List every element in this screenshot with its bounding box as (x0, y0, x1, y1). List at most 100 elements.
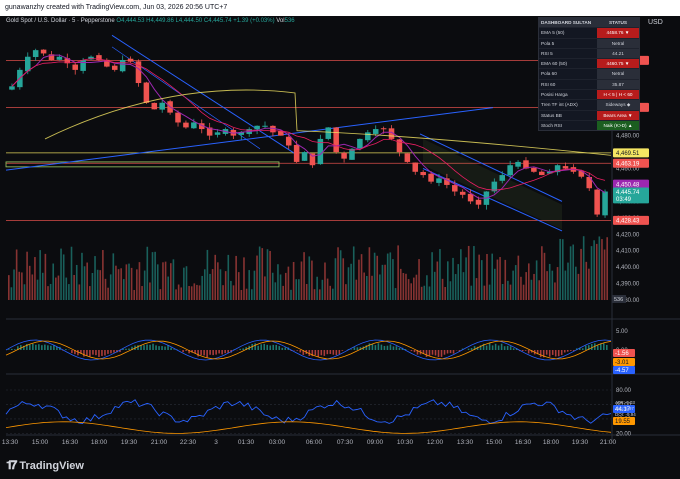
dashboard-row: RSI 5 44.21 (539, 48, 639, 60)
volume-bar (567, 262, 569, 300)
time-tick: 13:30 (457, 439, 474, 446)
volume-bar (243, 257, 245, 300)
volume-bar (295, 279, 298, 300)
macd-histogram-bar (584, 345, 587, 350)
macd-histogram-bar (446, 350, 449, 354)
volume-bar (75, 264, 78, 300)
macd-histogram-bar (86, 350, 88, 356)
volume-bar (415, 274, 418, 300)
dashboard-row-label: Status BB (541, 112, 562, 118)
volume-bar (271, 272, 274, 300)
macd-histogram-bar (284, 347, 287, 350)
volume-bar (217, 262, 219, 300)
volume-bar (407, 279, 410, 300)
macd-histogram-bar (143, 345, 145, 350)
candle-body (80, 60, 86, 71)
volume-bar (548, 263, 551, 300)
candle-body (293, 144, 300, 162)
volume-bar (156, 264, 159, 300)
volume-bar (470, 285, 473, 300)
macd-histogram-bar (335, 350, 338, 356)
volume-bar (62, 254, 65, 300)
volume-bar (441, 278, 444, 300)
volume-bar (491, 253, 494, 300)
volume-bar (230, 280, 232, 300)
macd-histogram-bar (548, 350, 551, 357)
candle-body (412, 162, 419, 172)
macd-histogram-bar (449, 350, 452, 354)
volume-bar (480, 260, 483, 300)
macd-tick: 5.00 (616, 329, 628, 335)
volume-bar (580, 248, 582, 300)
volume-bar (533, 273, 535, 300)
volume-bar (384, 264, 386, 300)
volume-bar (209, 273, 211, 300)
macd-histogram-bar (212, 350, 214, 356)
macd-histogram-bar (11, 348, 13, 350)
volume-bar (527, 263, 530, 300)
candle-body (475, 199, 482, 205)
volume-bar (269, 250, 271, 300)
candle-body (333, 127, 339, 153)
candle-body (32, 50, 39, 58)
volume-bar (337, 247, 339, 300)
macd-histogram-bar (560, 350, 563, 356)
time-tick: 19:30 (121, 439, 138, 446)
volume-bar (73, 274, 75, 300)
candle-body (301, 152, 308, 161)
macd-histogram-bar (596, 345, 599, 350)
volume-bar (517, 255, 520, 300)
price-tick: 4,410.00 (616, 249, 640, 255)
volume-bar (347, 267, 350, 300)
volume-bar (465, 257, 467, 300)
macd-histogram-bar (239, 348, 241, 350)
volume-bar (413, 277, 415, 300)
dashboard-row: EMA 5 (50) 4458.76 ▼ (539, 28, 639, 39)
macd-histogram-bar (275, 344, 278, 350)
volume-bar (554, 282, 556, 300)
volume-bar (31, 274, 34, 300)
macd-histogram-bar (353, 347, 356, 350)
volume-bar (418, 259, 420, 300)
volume-bar (483, 285, 486, 300)
volume-bar (373, 252, 376, 300)
candle-body (40, 49, 47, 54)
macd-histogram-bar (125, 348, 127, 350)
volume-bar (389, 252, 392, 300)
volume-bar (520, 276, 522, 300)
macd-histogram-bar (488, 342, 491, 350)
candle-body (309, 153, 316, 166)
volume-bar (41, 272, 44, 300)
macd-histogram-bar (152, 343, 154, 350)
volume-bar (149, 282, 151, 300)
volume-bar (551, 270, 554, 300)
macd-histogram-bar (146, 344, 148, 350)
candle-body (143, 82, 150, 103)
macd-histogram-bar (374, 345, 377, 350)
volume-bar (501, 283, 504, 300)
volume-bar (104, 278, 107, 300)
volume-bar (70, 246, 73, 300)
candle-body (214, 132, 221, 135)
dashboard-row-status: 4458.76 ▼ (597, 28, 639, 38)
time-tick: 06:00 (306, 439, 323, 446)
volume-bar (428, 286, 431, 300)
macd-histogram-bar (386, 345, 389, 350)
tradingview-logo[interactable]: 𝟏𝟕 TradingView (6, 458, 84, 473)
volume-bar (117, 269, 120, 300)
candle-body (175, 112, 181, 123)
volume-bar (460, 249, 462, 300)
candle-body (262, 125, 268, 127)
macd-histogram-bar (470, 347, 473, 350)
macd-histogram-bar (140, 345, 142, 350)
volume-bar (569, 246, 572, 300)
macd-histogram-bar (317, 350, 320, 358)
macd-histogram-bar (425, 350, 428, 357)
candle-body (365, 132, 371, 141)
macd-histogram-bar (452, 350, 455, 354)
macd-histogram-bar (368, 343, 371, 350)
volume-bar (130, 267, 133, 300)
candle-body (420, 171, 426, 176)
volume-bar (449, 281, 452, 300)
macd-histogram-bar (221, 350, 223, 355)
